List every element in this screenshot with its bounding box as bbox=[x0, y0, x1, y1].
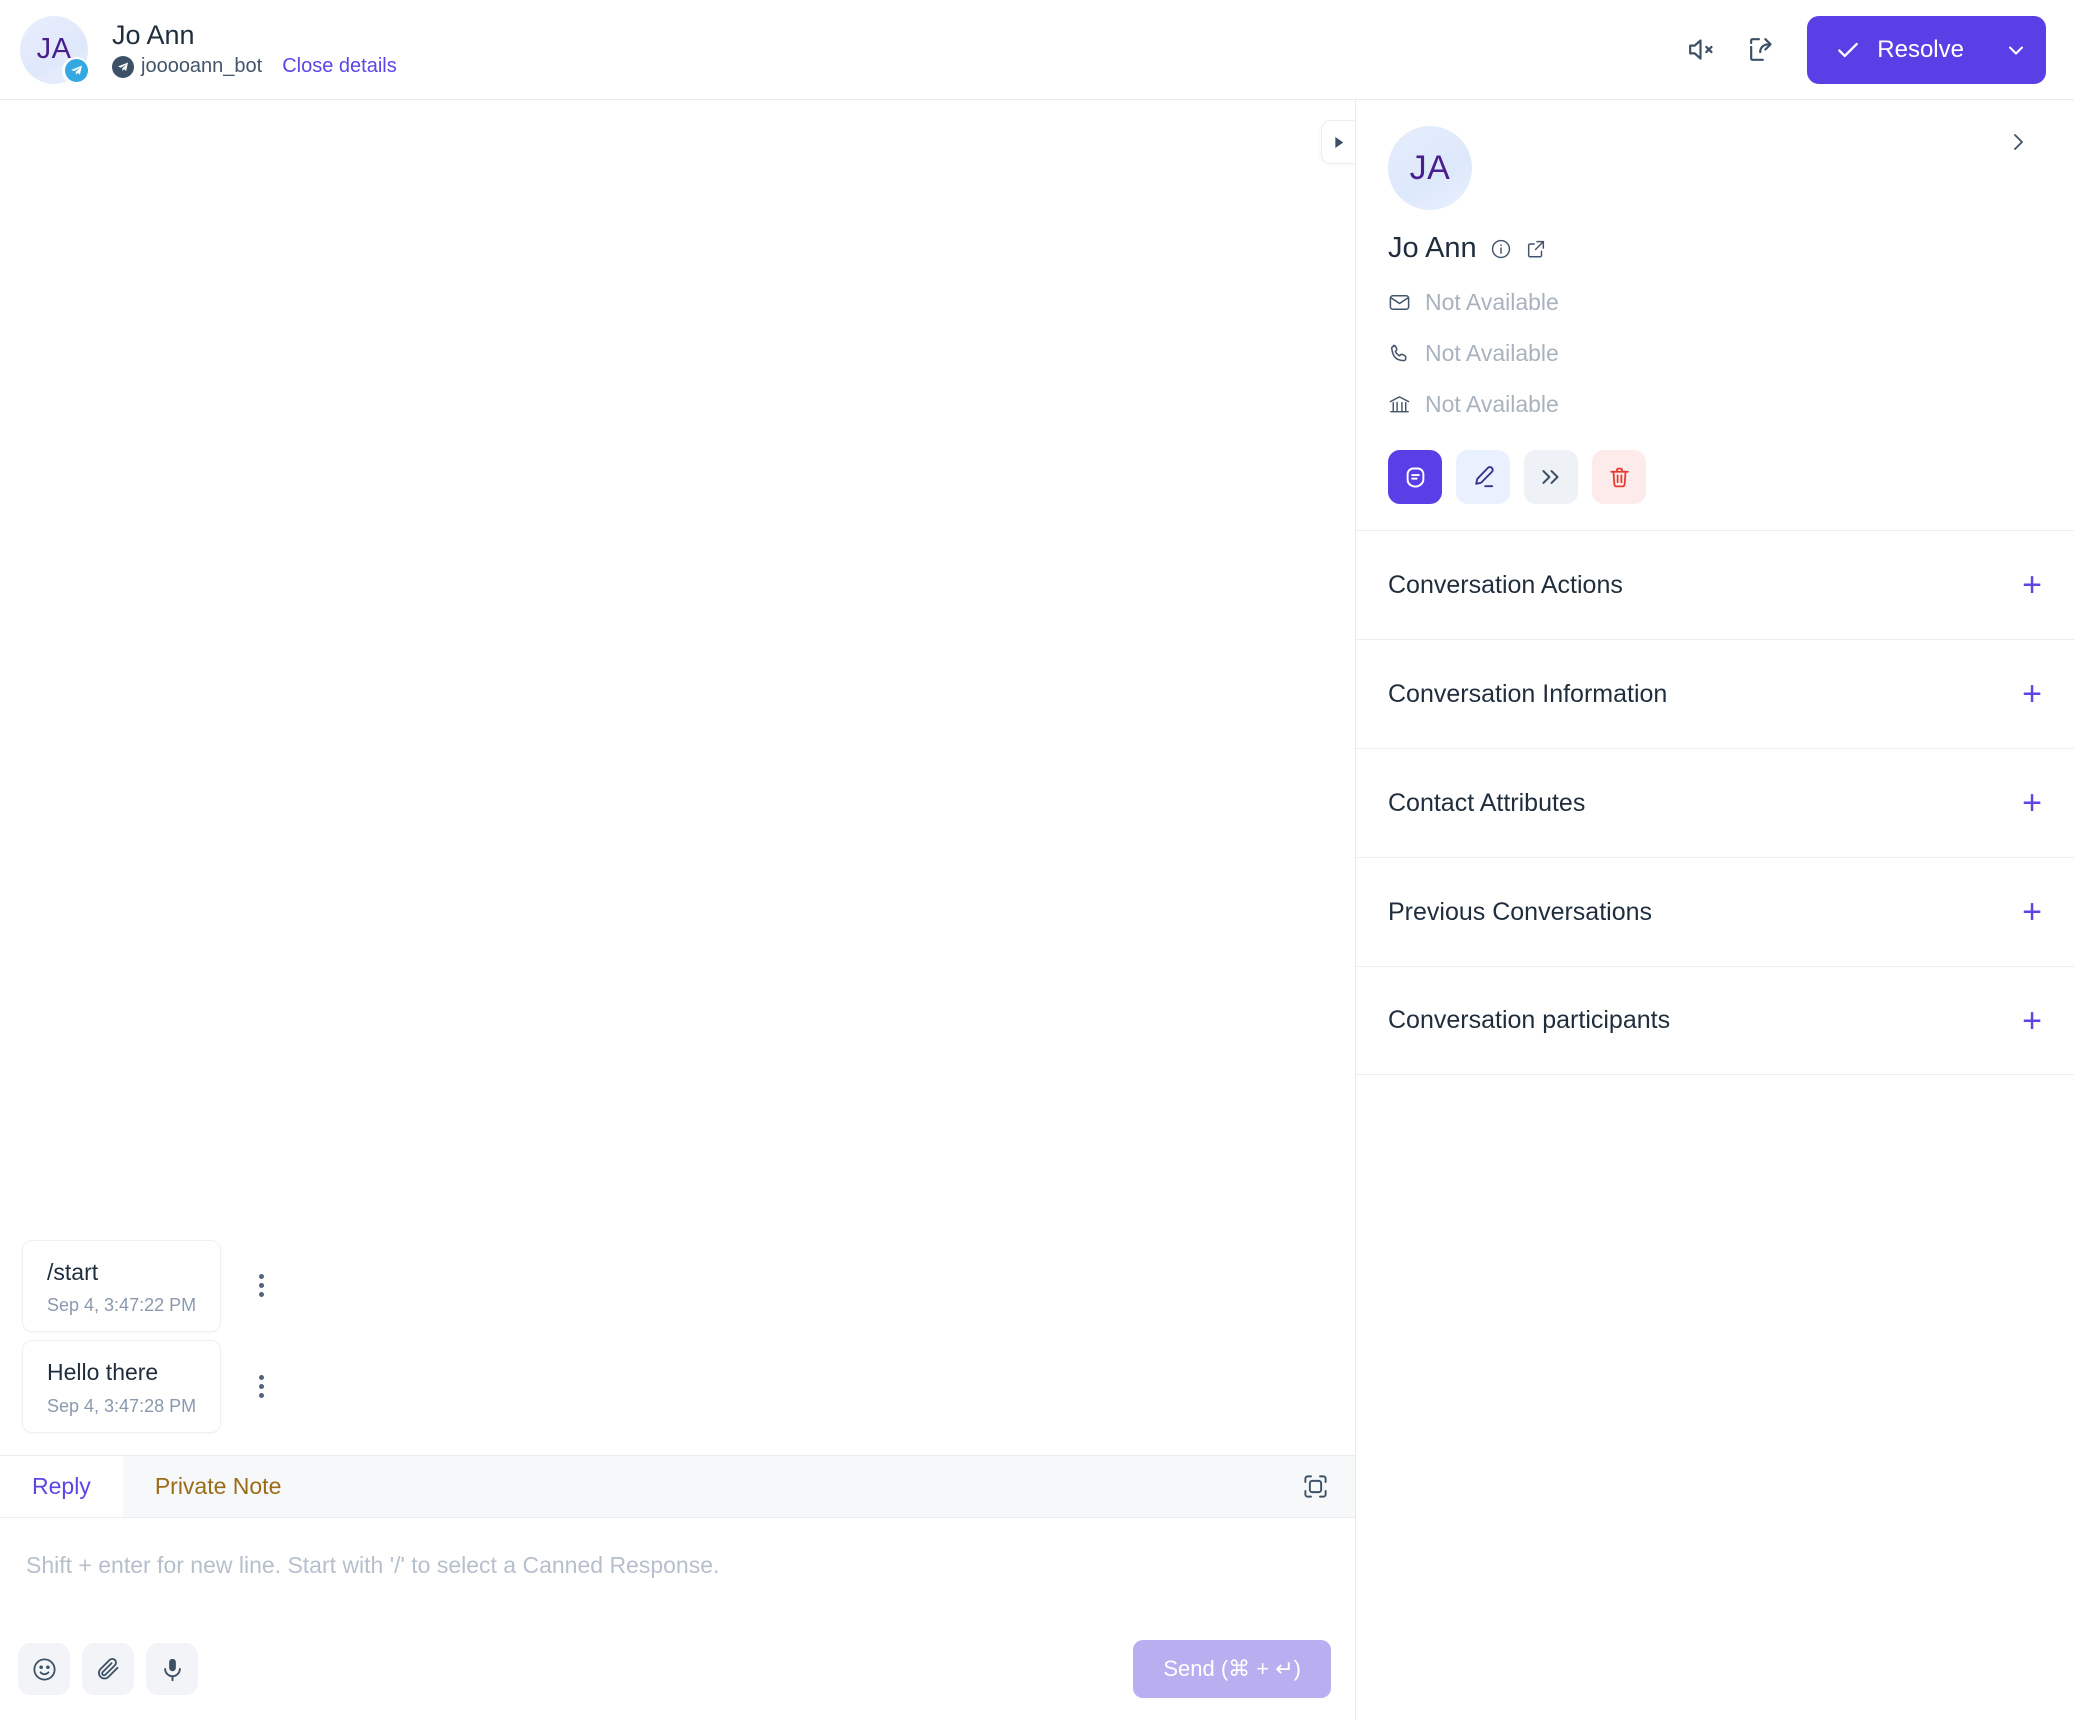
message-row: Hello there Sep 4, 3:47:28 PM bbox=[0, 1340, 1355, 1433]
body: /start Sep 4, 3:47:22 PM Hello there Sep… bbox=[0, 100, 2074, 1720]
accordion-label: Contact Attributes bbox=[1388, 788, 1586, 817]
share-icon[interactable] bbox=[1746, 34, 1777, 65]
reply-input[interactable]: Shift + enter for new line. Start with '… bbox=[0, 1518, 1355, 1630]
play-triangle-icon bbox=[1335, 136, 1344, 148]
composer-toolbar: Send (⌘ + ↵) bbox=[0, 1630, 1355, 1720]
sidebar-collapse-button[interactable] bbox=[1998, 122, 2038, 162]
message-text: Hello there bbox=[47, 1359, 159, 1386]
message-timestamp: Sep 4, 3:47:22 PM bbox=[47, 1295, 197, 1316]
merge-chevrons-icon[interactable] bbox=[1524, 450, 1578, 504]
microphone-icon[interactable] bbox=[146, 1643, 198, 1695]
contact-company-row: Not Available bbox=[1388, 391, 2042, 418]
contact-email-row: Not Available bbox=[1388, 289, 2042, 316]
contact-name: Jo Ann bbox=[1388, 232, 1477, 264]
accordion-conversation-participants[interactable]: Conversation participants + bbox=[1356, 966, 2074, 1075]
emoji-icon[interactable] bbox=[18, 1643, 70, 1695]
sidebar-filler bbox=[1356, 1075, 2074, 1720]
header-actions: Resolve bbox=[1685, 15, 2046, 84]
trash-icon[interactable] bbox=[1592, 450, 1646, 504]
attachment-icon[interactable] bbox=[82, 1643, 134, 1695]
external-link-icon[interactable] bbox=[1525, 238, 1547, 260]
accordion-label: Previous Conversations bbox=[1388, 897, 1653, 926]
plus-icon[interactable]: + bbox=[2022, 786, 2042, 820]
accordion-conversation-information[interactable]: Conversation Information + bbox=[1356, 639, 2074, 748]
accordion-label: Conversation Information bbox=[1388, 679, 1668, 708]
header-texts: Jo Ann jooooann_bot Close details bbox=[112, 19, 397, 79]
accordion-label: Conversation participants bbox=[1388, 1006, 1671, 1034]
resolve-button[interactable]: Resolve bbox=[1807, 15, 2046, 84]
header-avatar-wrap: JA bbox=[20, 15, 90, 85]
edit-pencil-icon[interactable] bbox=[1456, 450, 1510, 504]
contact-sidebar: JA Jo Ann Not Available Not Available No… bbox=[1356, 100, 2074, 1720]
contact-avatar: JA bbox=[1388, 126, 1472, 210]
sidebar-toggle-button[interactable] bbox=[1321, 120, 1355, 164]
contact-phone-value: Not Available bbox=[1425, 340, 1559, 366]
telegram-small-icon bbox=[112, 55, 134, 78]
info-circle-icon[interactable] bbox=[1490, 238, 1512, 260]
message-bubble[interactable]: Hello there Sep 4, 3:47:28 PM bbox=[22, 1340, 222, 1433]
more-vertical-icon[interactable] bbox=[251, 1367, 272, 1406]
telegram-badge bbox=[62, 56, 90, 85]
accordion-label: Conversation Actions bbox=[1388, 570, 1623, 599]
chevron-down-icon bbox=[2009, 46, 2023, 54]
resolve-label: Resolve bbox=[1877, 35, 1964, 63]
expand-icon[interactable] bbox=[1276, 1456, 1355, 1517]
contact-email-value: Not Available bbox=[1425, 289, 1559, 315]
message-row: /start Sep 4, 3:47:22 PM bbox=[0, 1239, 1355, 1333]
more-vertical-icon[interactable] bbox=[251, 1266, 272, 1305]
speaker-mute-icon[interactable] bbox=[1685, 34, 1716, 65]
telegram-icon bbox=[64, 59, 88, 82]
sidebar-accordion: Conversation Actions + Conversation Info… bbox=[1356, 530, 2074, 1075]
accordion-conversation-actions[interactable]: Conversation Actions + bbox=[1356, 530, 2074, 639]
company-icon bbox=[1388, 393, 1411, 416]
header-subrow: jooooann_bot Close details bbox=[112, 55, 397, 78]
plus-icon[interactable]: + bbox=[2022, 1004, 2042, 1038]
contact-name-row: Jo Ann bbox=[1388, 232, 2042, 265]
message-composer: Reply Private Note Shift + enter for new… bbox=[0, 1455, 1355, 1720]
close-details-link[interactable]: Close details bbox=[282, 55, 397, 78]
contact-phone-row: Not Available bbox=[1388, 340, 2042, 367]
conversation-header: JA Jo Ann jooooann_bot Close details Res… bbox=[0, 0, 2074, 100]
send-button[interactable]: Send (⌘ + ↵) bbox=[1133, 1640, 1331, 1698]
conversation-column: /start Sep 4, 3:47:22 PM Hello there Sep… bbox=[0, 100, 1356, 1720]
page-title: Jo Ann bbox=[112, 19, 195, 50]
accordion-previous-conversations[interactable]: Previous Conversations + bbox=[1356, 857, 2074, 966]
composer-tabs: Reply Private Note bbox=[0, 1456, 1355, 1518]
accordion-contact-attributes[interactable]: Contact Attributes + bbox=[1356, 748, 2074, 857]
message-bubble[interactable]: /start Sep 4, 3:47:22 PM bbox=[22, 1239, 222, 1333]
contact-card: JA Jo Ann Not Available Not Available No… bbox=[1356, 100, 2074, 530]
contact-company-value: Not Available bbox=[1425, 391, 1559, 417]
plus-icon[interactable]: + bbox=[2022, 568, 2042, 602]
contact-action-buttons bbox=[1388, 450, 2042, 530]
resolve-dropdown-toggle[interactable] bbox=[1986, 16, 2046, 84]
message-list[interactable]: /start Sep 4, 3:47:22 PM Hello there Sep… bbox=[0, 100, 1355, 1455]
contact-handle-text: jooooann_bot bbox=[141, 55, 263, 78]
chevron-right-icon bbox=[2014, 134, 2023, 150]
plus-icon[interactable]: + bbox=[2022, 895, 2042, 929]
message-text: /start bbox=[47, 1258, 99, 1285]
check-icon bbox=[1838, 42, 1859, 57]
composer-tabs-spacer bbox=[313, 1456, 1276, 1517]
plus-icon[interactable]: + bbox=[2022, 677, 2042, 711]
message-timestamp: Sep 4, 3:47:28 PM bbox=[47, 1396, 197, 1416]
email-icon bbox=[1388, 291, 1411, 314]
tab-private-note[interactable]: Private Note bbox=[122, 1456, 314, 1517]
tab-reply[interactable]: Reply bbox=[0, 1456, 123, 1517]
contact-handle: jooooann_bot bbox=[112, 55, 262, 78]
contact-bot-icon[interactable] bbox=[1388, 450, 1442, 504]
conversation-app: JA Jo Ann jooooann_bot Close details Res… bbox=[0, 0, 2074, 1720]
phone-icon bbox=[1388, 342, 1411, 365]
